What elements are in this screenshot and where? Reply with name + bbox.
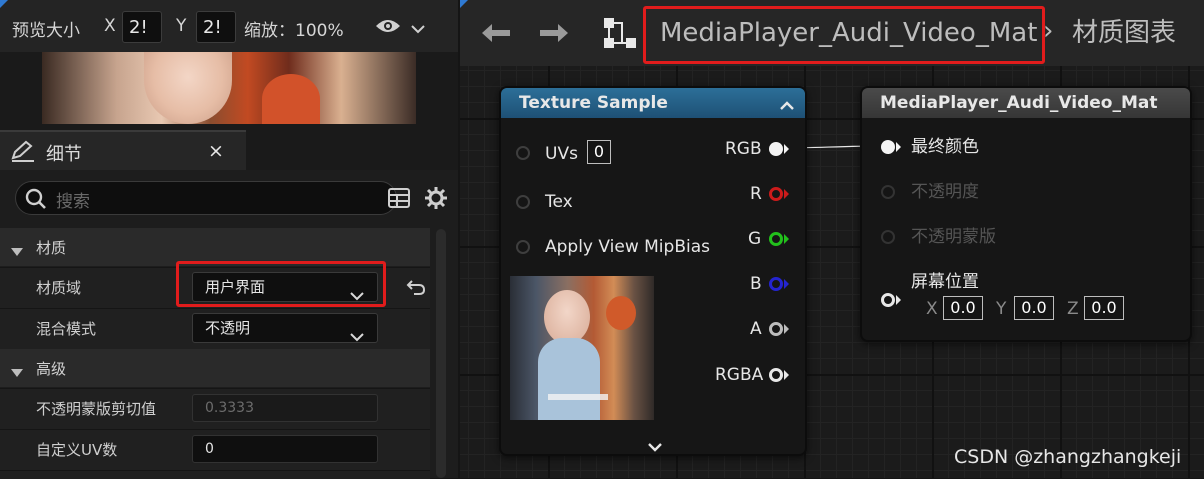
collapse-arrow-icon <box>10 363 24 382</box>
final-color-label: 最终颜色 <box>911 137 979 157</box>
details-tab-label: 细节 <box>46 144 82 165</box>
preview-zoom-label: 缩放：100% <box>244 21 344 41</box>
breadcrumb-graph[interactable]: 材质图表 <box>1072 0 1176 66</box>
thumb-subtitle <box>548 394 608 400</box>
opacity-label: 不透明度 <box>911 182 979 202</box>
material-graph-icon <box>602 16 638 54</box>
section-title-material: 材质 <box>36 239 67 257</box>
chevron-down-icon[interactable] <box>410 20 426 39</box>
screen-pos-y-label: Y <box>996 299 1007 319</box>
rgba-label: RGBA <box>715 365 764 385</box>
reset-arrow-icon[interactable] <box>406 278 426 300</box>
search-input[interactable]: 搜索 <box>15 181 397 215</box>
uvs-input-pin[interactable] <box>516 146 530 160</box>
back-arrow-icon[interactable] <box>480 22 512 48</box>
material-domain-label: 材质域 <box>36 279 82 297</box>
screen-pos-z-label: Z <box>1067 299 1079 319</box>
screen-pos-z-input[interactable]: 0.0 <box>1084 296 1124 320</box>
corner-marker <box>0 0 8 8</box>
eye-icon[interactable] <box>374 16 402 40</box>
forward-arrow-icon[interactable] <box>538 22 570 48</box>
rgb-label: RGB <box>725 139 762 159</box>
section-header-advanced[interactable]: 高级 <box>0 349 430 387</box>
texture-thumbnail <box>510 276 654 420</box>
blend-mode-dropdown[interactable]: 不透明 <box>192 313 378 343</box>
screen-pos-y-input[interactable]: 0.0 <box>1014 296 1054 320</box>
thumb-face <box>544 290 590 344</box>
watermark-text: CSDN @zhangzhangkeji <box>954 446 1182 468</box>
texture-sample-node[interactable]: Texture Sample UVs 0 Tex Apply View MipB… <box>499 86 807 456</box>
g-label: G <box>748 229 762 249</box>
pencil-icon <box>10 140 36 166</box>
screen-position-input-pin[interactable] <box>881 293 895 307</box>
tex-label: Tex <box>545 192 573 212</box>
g-pin-arrow <box>784 234 789 244</box>
screen-position-pin-arrow <box>896 295 901 305</box>
highlight-box-breadcrumb <box>643 6 1045 64</box>
preview-x-input[interactable]: 2! <box>122 11 162 43</box>
rgba-output-pin[interactable] <box>769 368 783 382</box>
r-output-pin[interactable] <box>769 187 783 201</box>
uvs-value-input[interactable]: 0 <box>587 140 611 164</box>
chevron-down-icon <box>349 323 365 351</box>
rgb-pin-arrow <box>784 144 789 154</box>
mipbias-label: Apply View MipBias <box>545 237 710 257</box>
material-output-node[interactable]: MediaPlayer_Audi_Video_Mat 最终颜色 不透明度 不透明… <box>860 86 1192 342</box>
a-output-pin[interactable] <box>769 322 783 336</box>
opacity-mask-label: 不透明蒙版 <box>911 227 996 247</box>
close-icon[interactable]: × <box>208 140 224 162</box>
screen-pos-x-label: X <box>926 299 938 319</box>
b-pin-arrow <box>784 279 789 289</box>
preview-y-input[interactable]: 2! <box>196 11 236 43</box>
final-color-input-pin[interactable] <box>881 140 895 154</box>
rgb-output-pin[interactable] <box>769 142 783 156</box>
b-output-pin[interactable] <box>769 277 783 291</box>
details-scrollbar[interactable] <box>436 229 446 478</box>
blend-mode-label: 混合模式 <box>36 320 97 338</box>
opacity-clip-field: 0.3333 <box>192 394 378 422</box>
preview-toolbar: 预览大小 X 2! Y 2! 缩放：100% <box>0 0 458 52</box>
preview-y-label: Y <box>176 16 187 36</box>
thumb-body <box>538 338 600 420</box>
material-node-title[interactable]: MediaPlayer_Audi_Video_Mat <box>862 88 1190 118</box>
opacity-mask-input-pin[interactable] <box>881 230 895 244</box>
opacity-clip-label: 不透明蒙版剪切值 <box>36 400 157 418</box>
final-color-pin-arrow <box>896 142 901 152</box>
custom-uv-label: 自定义UV数 <box>36 441 118 459</box>
tex-input-pin[interactable] <box>516 195 530 209</box>
preview-image <box>42 52 416 124</box>
thumb-lantern <box>606 296 636 330</box>
search-icon <box>24 187 48 215</box>
expand-down-icon[interactable] <box>647 438 663 454</box>
preview-face <box>144 52 232 124</box>
texture-sample-title[interactable]: Texture Sample <box>501 88 805 118</box>
collapse-up-icon[interactable] <box>779 97 795 116</box>
table-view-icon[interactable] <box>388 187 410 213</box>
rgba-pin-arrow <box>784 370 789 380</box>
b-label: B <box>750 274 762 294</box>
corner-marker <box>460 0 468 8</box>
screen-position-label: 屏幕位置 <box>911 272 979 292</box>
uvs-label: UVs <box>545 144 578 164</box>
highlight-box-domain <box>176 261 386 307</box>
r-pin-arrow <box>784 189 789 199</box>
custom-uv-field[interactable]: 0 <box>192 435 378 463</box>
search-placeholder: 搜索 <box>56 192 90 212</box>
section-title-advanced: 高级 <box>36 360 67 378</box>
screen-pos-x-input[interactable]: 0.0 <box>943 296 983 320</box>
preview-lantern <box>262 74 320 124</box>
collapse-arrow-icon <box>10 242 24 261</box>
blend-mode-value: 不透明 <box>205 319 251 337</box>
preview-size-label: 预览大小 <box>12 21 80 41</box>
details-tab[interactable]: 细节 × <box>0 130 246 172</box>
opacity-input-pin[interactable] <box>881 185 895 199</box>
gear-icon[interactable] <box>424 186 448 214</box>
a-pin-arrow <box>784 324 789 334</box>
preview-x-label: X <box>104 16 116 36</box>
g-output-pin[interactable] <box>769 232 783 246</box>
mipbias-input-pin[interactable] <box>516 240 530 254</box>
r-label: R <box>750 184 762 204</box>
a-label: A <box>750 319 762 339</box>
